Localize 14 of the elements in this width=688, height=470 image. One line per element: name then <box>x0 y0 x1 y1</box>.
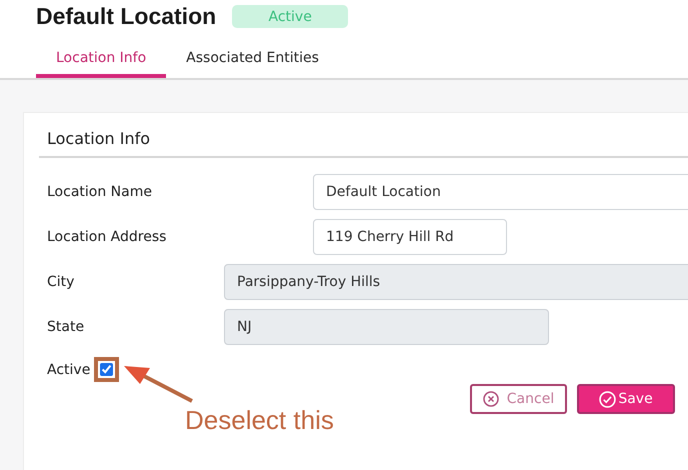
field-label: Active <box>47 362 90 378</box>
status-badge: Active <box>232 5 348 28</box>
field-label: Location Name <box>47 184 153 200</box>
card-title: Location Info <box>39 129 688 158</box>
tab[interactable]: Location Info <box>36 46 166 78</box>
save-button[interactable]: Save <box>577 384 675 414</box>
input-field[interactable]: Default Location <box>313 174 688 210</box>
field-label: Location Address <box>47 229 168 245</box>
page-title: Default Location <box>36 3 216 30</box>
field-label: City <box>47 274 76 290</box>
field-label: State <box>47 319 86 335</box>
annotation-text: Deselect this <box>185 405 334 436</box>
tab[interactable]: Associated Entities <box>166 46 339 78</box>
input-field[interactable]: 119 Cherry Hill Rd <box>313 219 507 255</box>
